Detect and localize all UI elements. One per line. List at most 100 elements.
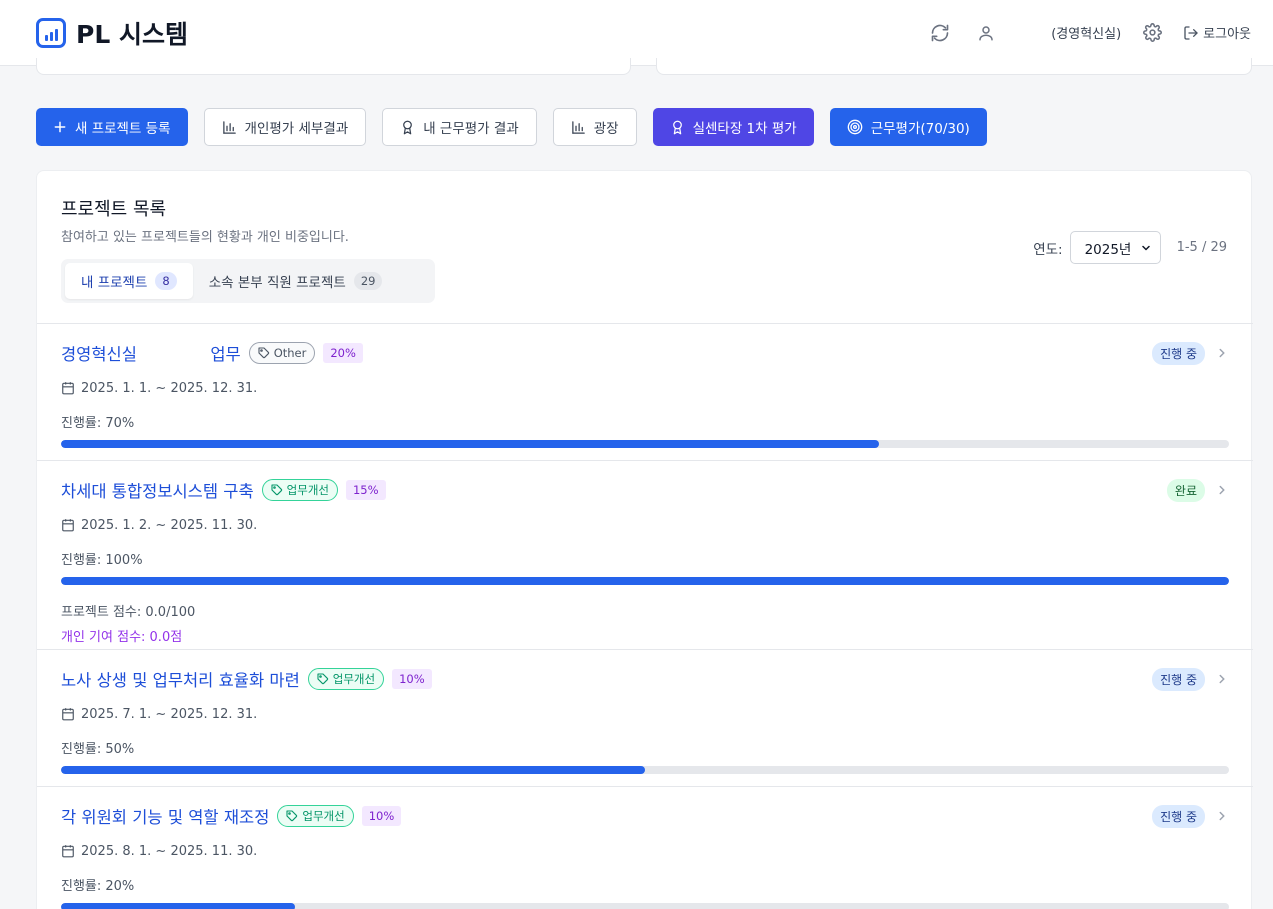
category-tag: 업무개선 xyxy=(277,805,354,827)
top-bar: PL 시스템 (경영혁신실) 로그아웃 xyxy=(0,0,1273,66)
contribution-score: 개인 기여 점수: 0.0점 xyxy=(61,630,183,645)
project-list-card: 프로젝트 목록 참여하고 있는 프로젝트들의 현황과 개인 비중입니다. 내 프… xyxy=(36,170,1253,909)
year-select[interactable]: 2025년 xyxy=(1069,231,1161,264)
project-score: 프로젝트 점수: 0.0/100 xyxy=(61,605,196,620)
progress-bar xyxy=(61,766,1229,774)
new-project-label: 새 프로젝트 등록 xyxy=(75,121,171,137)
share-badge: 10% xyxy=(361,806,402,826)
tag-icon xyxy=(317,673,328,685)
project-list: 경영혁신실 업무 Other 20% 진행 중 2025. 1. 1. ~ 20… xyxy=(37,323,1253,909)
bar-chart-icon xyxy=(222,120,236,134)
logout-icon xyxy=(1184,25,1198,40)
chevron-right-icon[interactable] xyxy=(1215,346,1229,360)
action-bar: 새 프로젝트 등록 개인평가 세부결과 내 근무평가 결과 광장 실센타장 1차… xyxy=(36,108,987,146)
plaza-button[interactable]: 광장 xyxy=(552,108,637,146)
user-icon[interactable] xyxy=(975,22,997,44)
tag-icon xyxy=(271,484,282,496)
department-label: (경영혁신실) xyxy=(1051,27,1122,42)
date-range-text: 2025. 1. 1. ~ 2025. 12. 31. xyxy=(81,380,258,396)
progress-label: 진행률: 70% xyxy=(61,416,135,431)
tab-count-badge: 29 xyxy=(353,272,383,290)
status-badge: 완료 xyxy=(1166,478,1205,502)
status-badge: 진행 중 xyxy=(1152,341,1205,365)
new-project-button[interactable]: 새 프로젝트 등록 xyxy=(36,108,188,146)
status-badge: 진행 중 xyxy=(1152,804,1205,828)
share-badge: 15% xyxy=(345,480,386,500)
work-eval-button[interactable]: 근무평가(70/30) xyxy=(829,108,987,146)
category-tag: 업무개선 xyxy=(261,479,338,501)
progress-label: 진행률: 100% xyxy=(61,553,143,568)
project-name[interactable]: 노사 상생 및 업무처리 효율화 마련 xyxy=(61,667,300,691)
date-range: 2025. 8. 1. ~ 2025. 11. 30. xyxy=(61,843,1229,859)
project-row[interactable]: 경영혁신실 업무 Other 20% 진행 중 2025. 1. 1. ~ 20… xyxy=(37,323,1253,460)
year-value: 2025년 xyxy=(1084,241,1132,258)
category-tag-label: Other xyxy=(273,346,307,360)
chevron-right-icon[interactable] xyxy=(1215,672,1229,686)
gear-icon[interactable] xyxy=(1141,22,1163,44)
app-title: PL 시스템 xyxy=(76,19,188,49)
project-name[interactable]: 차세대 통합정보시스템 구축 xyxy=(61,478,254,502)
award-icon xyxy=(403,120,413,134)
tab-label: 내 프로젝트 xyxy=(81,275,148,291)
progress-label: 진행률: 20% xyxy=(61,879,135,894)
progress-bar xyxy=(61,440,1229,448)
date-range-text: 2025. 1. 2. ~ 2025. 11. 30. xyxy=(81,517,258,533)
project-name[interactable]: 각 위원회 기능 및 역할 재조정 xyxy=(61,804,269,828)
bar-chart-icon xyxy=(571,120,585,134)
category-tag-label: 업무개선 xyxy=(332,672,376,686)
tab-division-projects[interactable]: 소속 본부 직원 프로젝트 29 xyxy=(193,263,399,299)
progress-bar-fill xyxy=(61,440,879,448)
personal-eval-button[interactable]: 개인평가 세부결과 xyxy=(203,108,367,146)
progress-bar-fill xyxy=(61,903,295,909)
director-eval-button[interactable]: 실센타장 1차 평가 xyxy=(652,108,814,146)
project-row[interactable]: 노사 상생 및 업무처리 효율화 마련 업무개선 10% 진행 중 2025. … xyxy=(37,649,1253,786)
plaza-label: 광장 xyxy=(593,121,619,137)
director-eval-label: 실센타장 1차 평가 xyxy=(692,121,797,137)
category-tag: 업무개선 xyxy=(307,668,385,690)
date-range-text: 2025. 8. 1. ~ 2025. 11. 30. xyxy=(81,843,258,859)
calendar-icon xyxy=(62,845,74,858)
pagination-range: 1-5 / 29 xyxy=(1176,240,1227,255)
progress-bar-fill xyxy=(61,766,645,774)
status-badge: 진행 중 xyxy=(1152,667,1205,691)
share-badge: 10% xyxy=(392,669,432,689)
category-tag: Other xyxy=(248,342,316,364)
project-row[interactable]: 차세대 통합정보시스템 구축 업무개선 15% 완료 2025. 1. 2. ~… xyxy=(37,460,1253,649)
year-filter: 연도: 2025년 1-5 / 29 xyxy=(1033,231,1227,264)
logo-chart-icon xyxy=(36,17,66,48)
project-list-title: 프로젝트 목록 xyxy=(61,199,167,220)
project-name[interactable]: 경영혁신실 업무 xyxy=(61,341,241,365)
project-row[interactable]: 각 위원회 기능 및 역할 재조정 업무개선 10% 진행 중 2025. 8.… xyxy=(37,786,1253,909)
chevron-down-icon xyxy=(1141,245,1150,250)
tab-my-projects[interactable]: 내 프로젝트 8 xyxy=(65,263,193,299)
work-eval-label: 근무평가(70/30) xyxy=(870,121,970,137)
summary-card-left xyxy=(36,58,631,75)
calendar-icon xyxy=(62,382,74,395)
chevron-right-icon[interactable] xyxy=(1215,483,1229,497)
chevron-right-icon[interactable] xyxy=(1215,809,1229,823)
share-badge: 20% xyxy=(323,343,363,363)
logout-label: 로그아웃 xyxy=(1203,27,1251,42)
project-list-subtitle: 참여하고 있는 프로젝트들의 현황과 개인 비중입니다. xyxy=(61,230,349,245)
date-range-text: 2025. 7. 1. ~ 2025. 12. 31. xyxy=(81,706,258,722)
progress-bar xyxy=(61,903,1229,909)
calendar-icon xyxy=(62,708,74,721)
progress-label: 진행률: 50% xyxy=(61,742,135,757)
logout-button[interactable]: 로그아웃 xyxy=(1183,23,1251,42)
my-work-eval-label: 내 근무평가 결과 xyxy=(423,121,519,137)
award-icon xyxy=(672,120,682,134)
date-range: 2025. 7. 1. ~ 2025. 12. 31. xyxy=(61,706,1229,722)
date-range: 2025. 1. 1. ~ 2025. 12. 31. xyxy=(61,380,1229,396)
tab-label: 소속 본부 직원 프로젝트 xyxy=(208,275,346,291)
calendar-icon xyxy=(62,519,74,532)
refresh-icon[interactable] xyxy=(929,22,951,44)
project-tabs: 내 프로젝트 8 소속 본부 직원 프로젝트 29 xyxy=(61,259,435,303)
tab-count-badge: 8 xyxy=(155,272,177,290)
category-tag-label: 업무개선 xyxy=(286,483,329,497)
progress-bar xyxy=(61,577,1229,585)
my-work-eval-button[interactable]: 내 근무평가 결과 xyxy=(382,108,537,146)
date-range: 2025. 1. 2. ~ 2025. 11. 30. xyxy=(61,517,1229,533)
personal-eval-label: 개인평가 세부결과 xyxy=(244,121,349,137)
plus-icon xyxy=(54,121,66,133)
tag-icon xyxy=(258,347,269,359)
